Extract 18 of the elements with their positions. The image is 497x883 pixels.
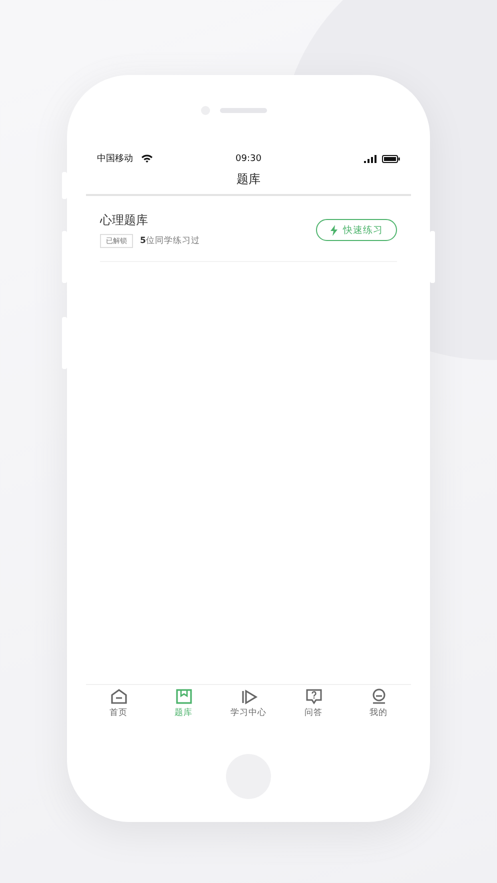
tab-item[interactable]: 首页 [86,685,151,725]
practice-count: 5位同学练习过 [140,235,200,247]
page-title: 题库 [236,172,262,188]
battery-icon [382,154,400,162]
chat-question-icon [304,688,322,705]
tab-item[interactable]: 我的 [346,685,411,725]
carrier-name: 中国移动 [97,152,133,165]
signal-icon [364,154,377,162]
tab-item[interactable]: 学习中心 [216,685,281,725]
clock-time: 09:30 [236,154,262,164]
bank-title: 心理题库 [100,212,149,229]
wifi-icon [141,154,153,163]
play-icon [240,688,258,705]
house-icon [110,688,128,705]
lightning-icon [330,224,338,236]
tab-item[interactable]: 问答 [281,685,346,725]
bookmark-book-icon [174,688,192,705]
speaker-bar [220,108,266,112]
